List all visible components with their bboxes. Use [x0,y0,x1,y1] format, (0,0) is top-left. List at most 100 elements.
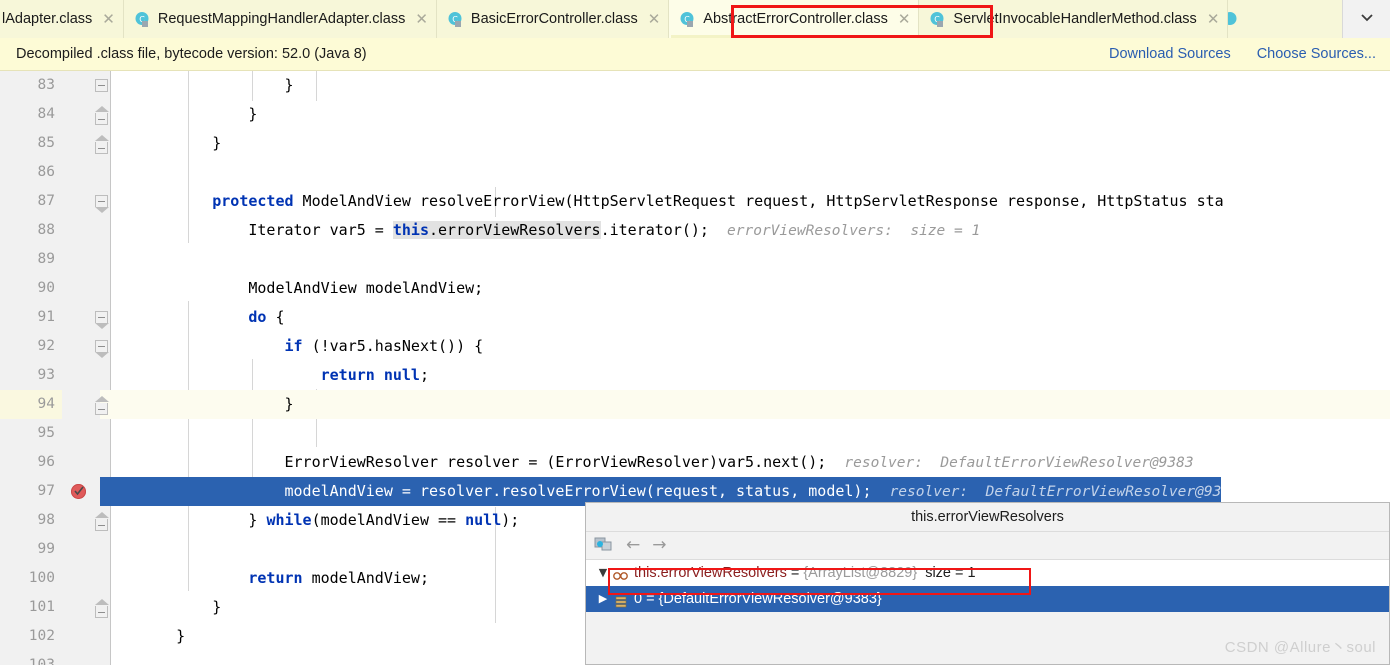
editor-tab-4[interactable]: C ServletInvocableHandlerMethod.class ✕ [919,0,1229,38]
fold-gutter[interactable] [95,390,124,419]
arrow-right-icon[interactable]: → [652,537,666,554]
notification-actions: Download Sources Choose Sources... [1109,46,1376,62]
code-row[interactable]: 92 if (!var5.hasNext()) { [0,332,1390,361]
breakpoint-gutter[interactable] [62,274,100,303]
fold-gutter[interactable] [95,129,124,158]
code-row[interactable]: 83 } [0,71,1390,100]
fold-gutter[interactable] [95,332,124,361]
variable-name: 0 [634,591,643,607]
code-row[interactable]: 86 [0,158,1390,187]
code-row[interactable]: 85 } [0,129,1390,158]
chevron-right-icon[interactable]: ▶ [594,586,612,612]
tab-label: RequestMappingHandlerAdapter.class [157,11,406,27]
popup-title: this.errorViewResolvers [586,503,1389,532]
java-class-icon: C [929,11,946,28]
editor-tab-1[interactable]: C RequestMappingHandlerAdapter.class ✕ [123,0,437,38]
code-text: if (!var5.hasNext()) { [284,337,484,355]
editor-tab-bar: lAdapter.class ✕ C RequestMappingHandler… [0,0,1390,38]
fold-gutter[interactable] [100,245,124,274]
fold-gutter[interactable] [100,622,124,651]
breakpoint-gutter[interactable] [62,361,100,390]
fold-gutter[interactable] [95,71,124,100]
breakpoint-gutter[interactable] [62,564,100,593]
fold-gutter[interactable] [100,274,124,303]
java-class-icon: C [679,11,696,28]
fold-gutter[interactable] [100,564,124,593]
fold-gutter[interactable] [95,593,124,622]
fold-gutter[interactable] [100,216,124,245]
breakpoint-verified-icon[interactable] [71,484,86,499]
code-row[interactable]: 84 } [0,100,1390,129]
choose-sources-link[interactable]: Choose Sources... [1257,46,1376,62]
line-number: 89 [0,245,62,274]
code-row[interactable]: 95 [0,419,1390,448]
breakpoint-gutter[interactable] [62,477,100,506]
array-element-icon [612,592,630,608]
line-number: 103 [0,651,62,665]
fold-gutter[interactable] [95,506,124,535]
code-row[interactable]: 96 ErrorViewResolver resolver = (ErrorVi… [0,448,1390,477]
close-icon[interactable]: ✕ [102,11,115,27]
code-text: ModelAndView modelAndView; [140,279,484,297]
tab-label: AbstractErrorController.class [703,11,888,27]
line-number: 96 [0,448,62,477]
close-icon[interactable]: ✕ [1207,11,1220,27]
code-text: Iterator var5 = this.errorViewResolvers.… [140,221,981,239]
tab-list-dropdown-button[interactable] [1342,0,1390,38]
line-number: 84 [0,100,62,129]
download-sources-link[interactable]: Download Sources [1109,46,1231,62]
variable-tree-row[interactable]: ▼ this.errorViewResolvers = {ArrayList@8… [586,560,1389,586]
breakpoint-gutter[interactable] [62,245,100,274]
breakpoint-gutter[interactable] [62,158,100,187]
chevron-down-icon[interactable]: ▼ [594,560,612,586]
arrow-left-icon[interactable]: ← [626,537,640,554]
popup-toolbar: ← → [586,532,1389,560]
tab-label: lAdapter.class [2,11,93,27]
code-row[interactable]: 91 do { [0,303,1390,332]
breakpoint-gutter[interactable] [62,419,100,448]
fold-gutter[interactable] [100,448,124,477]
inspect-value-icon[interactable] [594,537,614,555]
fold-gutter[interactable] [100,361,124,390]
line-number: 86 [0,158,62,187]
code-row[interactable]: 87 protected ModelAndView resolveErrorVi… [0,187,1390,216]
code-text: } while(modelAndView == null); [140,511,520,529]
line-number: 94 [0,390,62,419]
fold-gutter[interactable] [95,100,124,129]
code-row[interactable]: 93 return null; [0,361,1390,390]
code-row[interactable]: 89 [0,245,1390,274]
fold-gutter[interactable] [100,477,124,506]
breakpoint-gutter[interactable] [62,535,100,564]
code-row[interactable]: 94 } [0,390,1390,419]
editor-tab-2[interactable]: C BasicErrorController.class ✕ [436,0,670,38]
editor-tab-0[interactable]: lAdapter.class ✕ [0,0,124,38]
line-number: 101 [0,593,62,622]
close-icon[interactable]: ✕ [415,11,428,27]
code-row[interactable]: 90 ModelAndView modelAndView; [0,274,1390,303]
ide-window: lAdapter.class ✕ C RequestMappingHandler… [0,0,1390,665]
fold-gutter[interactable] [100,651,124,665]
variable-type: {ArrayList@8829} [803,565,918,581]
breakpoint-gutter[interactable] [62,448,100,477]
fold-gutter[interactable] [95,187,124,216]
breakpoint-gutter[interactable] [62,651,100,665]
variable-tree[interactable]: ▼ this.errorViewResolvers = {ArrayList@8… [586,560,1389,612]
line-number: 90 [0,274,62,303]
fold-gutter[interactable] [100,158,124,187]
fold-gutter[interactable] [95,303,124,332]
editor-tab-overflow-clipped[interactable] [1228,0,1245,38]
code-text: } [140,395,294,413]
inline-debug-hint: resolver: DefaultErrorViewResolver@93 [889,484,1222,500]
close-icon[interactable]: ✕ [648,11,661,27]
fold-gutter[interactable] [100,535,124,564]
breakpoint-gutter[interactable] [62,216,100,245]
code-row[interactable]: 88 Iterator var5 = this.errorViewResolve… [0,216,1390,245]
variable-tree-row-selected[interactable]: ▶ 0 = {DefaultErrorViewResolver@9383} [586,586,1389,612]
breakpoint-gutter[interactable] [62,622,100,651]
editor-tab-3-active[interactable]: C AbstractErrorController.class ✕ [669,0,920,38]
close-icon[interactable]: ✕ [898,11,911,27]
fold-gutter[interactable] [100,419,124,448]
line-number: 99 [0,535,62,564]
